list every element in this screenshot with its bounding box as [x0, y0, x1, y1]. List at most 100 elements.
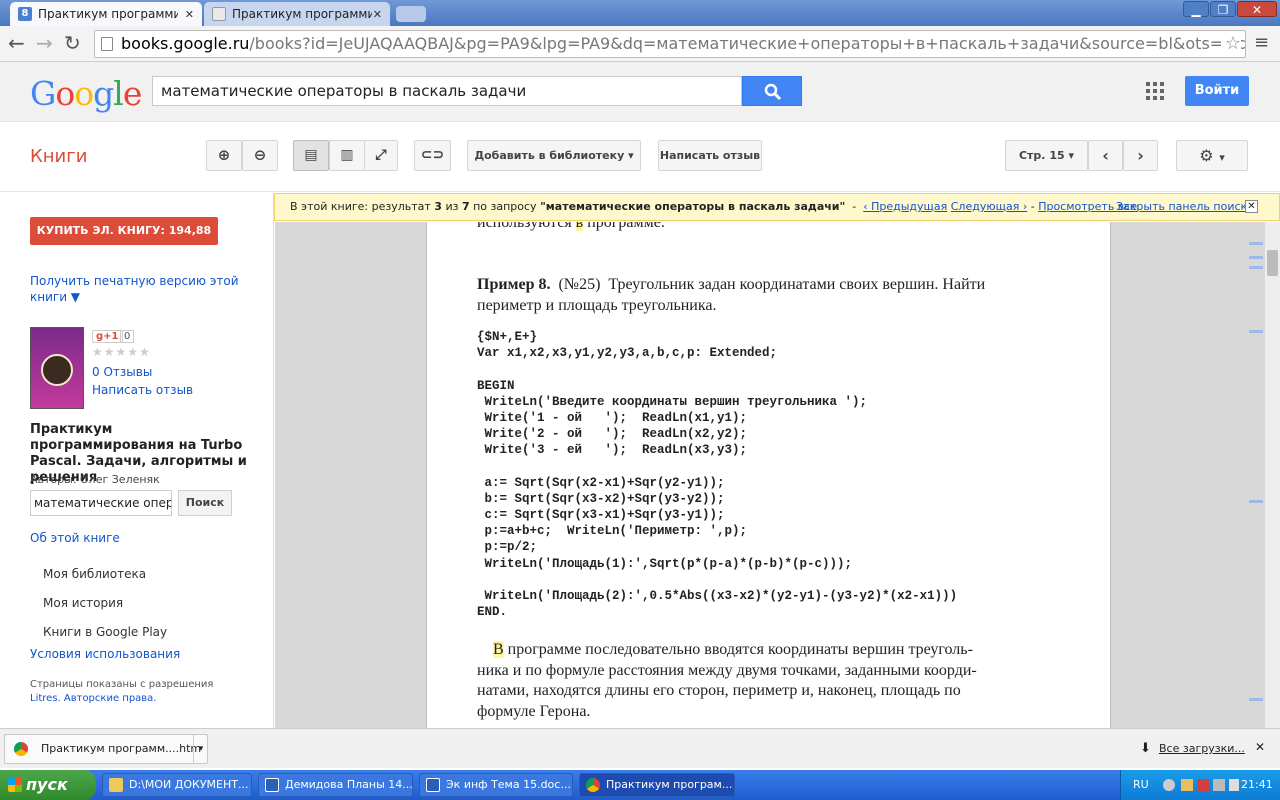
zoom-out-button[interactable]: ⊖ [242, 140, 278, 171]
next-result-link[interactable]: Следующая › [951, 200, 1027, 213]
zoom-in-button[interactable]: ⊕ [206, 140, 242, 171]
prev-result-link[interactable]: ‹ Предыдущая [863, 200, 947, 213]
fragment-text: используются [477, 222, 576, 231]
bookmark-star-icon[interactable]: ☆ [1220, 31, 1241, 57]
example-text-2: периметр и площадь треугольника. [477, 297, 717, 314]
paragraph-line: формуле Герона. [477, 702, 591, 720]
book-cover[interactable] [30, 327, 84, 409]
buy-ebook-button[interactable]: КУПИТЬ ЭЛ. КНИГУ: 194,88 РУБ. [30, 217, 218, 265]
about-book-link[interactable]: Об этой книге [30, 531, 120, 545]
link-icon: ⊂⊃ [420, 147, 445, 163]
settings-button[interactable]: ⚙ ▾ [1176, 140, 1248, 171]
notice-of: из [445, 200, 459, 213]
example-heading: Пример 8. (№25) Треугольник задан коорди… [477, 274, 1047, 316]
close-search-panel-link[interactable]: Закрыть панель поиска [1116, 194, 1254, 220]
new-tab-button[interactable] [396, 6, 426, 22]
code-line: BEGIN [477, 378, 515, 393]
next-page-button[interactable]: › [1123, 140, 1158, 171]
code-line: WriteLn('Введите координаты вершин треуг… [477, 394, 868, 409]
url-host: books.google.ru [121, 34, 250, 53]
task-label: Демидова Планы 14... [285, 778, 413, 791]
sign-in-button[interactable]: Войти [1185, 76, 1249, 106]
vertical-scrollbar[interactable] [1249, 222, 1280, 728]
books-title[interactable]: Книги [30, 146, 87, 167]
google-books-favicon-icon: 8 [18, 7, 32, 21]
print-version-link[interactable]: Получить печатную версию этой книги ▼ [30, 273, 250, 305]
chrome-icon [586, 778, 600, 792]
code-line: p:=p/2; [477, 540, 538, 555]
my-history-link[interactable]: Моя история [43, 596, 123, 610]
close-window-button[interactable]: ✕ [1237, 1, 1277, 17]
close-tab-icon[interactable]: ✕ [373, 8, 382, 21]
task-label: D:\МОИ ДОКУМЕНТ... [129, 778, 249, 791]
book-search-button[interactable]: Поиск [178, 490, 232, 516]
notice-query: "математические операторы в паскаль зада… [540, 200, 846, 213]
search-result-notice: В этой книге: результат 3 из 7 по запрос… [274, 193, 1280, 221]
example-text: Треугольник задан координатами своих вер… [608, 276, 986, 293]
write-review-button[interactable]: Написать отзыв [658, 140, 762, 171]
close-tab-icon[interactable]: ✕ [185, 8, 194, 21]
gplus-button[interactable]: g+1 [92, 330, 123, 343]
page-select[interactable]: Стр. 15 ▾ [1005, 140, 1088, 171]
all-downloads-link[interactable]: Все загрузки... [1159, 742, 1245, 755]
start-button[interactable]: пуск [0, 770, 96, 800]
tray-folder-icon[interactable] [1181, 779, 1193, 791]
zoom-in-icon: ⊕ [217, 146, 231, 164]
page-viewer[interactable]: используются в программе. Пример 8. (№25… [275, 222, 1280, 728]
tab-inactive[interactable]: Практикум программирова ✕ [204, 2, 390, 26]
taskbar-item-word-1[interactable]: Демидова Планы 14... [258, 773, 413, 797]
close-icon[interactable]: ✕ [1255, 740, 1265, 754]
tray-volume-icon[interactable] [1229, 779, 1239, 791]
url-path: /books?id=JeUJAQAAQBAJ&pg=PA9&lpg=PA9&dq… [249, 34, 1246, 53]
search-button[interactable] [742, 76, 802, 106]
menu-icon[interactable]: ≡ [1254, 32, 1269, 54]
notice-current: 3 [434, 200, 442, 213]
prev-page-button[interactable]: ‹ [1088, 140, 1123, 171]
terms-link[interactable]: Условия использования [30, 647, 180, 661]
copyright-link[interactable]: Litres. Авторские права. [30, 693, 157, 704]
cover-portrait [41, 354, 73, 386]
clock[interactable]: 21:41 [1241, 778, 1273, 791]
search-input[interactable]: математические операторы в паскаль задач… [152, 76, 742, 106]
download-item[interactable]: Практикум программ....htm ▾ [4, 734, 208, 764]
book-authors: Авторы: Олег Зеленяк [30, 473, 160, 486]
taskbar-item-folder[interactable]: D:\МОИ ДОКУМЕНТ... [102, 773, 252, 797]
address-bar[interactable]: books.google.ru/books?id=JeUJAQAAQBAJ&pg… [94, 30, 1246, 58]
scrollbar-thumb[interactable] [1267, 250, 1278, 276]
two-page-view-button[interactable]: ▥ [329, 140, 365, 171]
link-button[interactable]: ⊂⊃ [414, 140, 451, 171]
chevron-down-icon[interactable]: ▾ [193, 735, 208, 763]
rating-stars: ★★★★★ [92, 345, 151, 359]
google-header: Google математические операторы в паскал… [0, 62, 1280, 122]
forward-arrow-icon[interactable]: → [36, 32, 53, 54]
language-indicator[interactable]: RU [1133, 778, 1149, 791]
single-page-view-button[interactable]: ▤ [293, 140, 329, 171]
google-play-books-link[interactable]: Книги в Google Play [43, 625, 167, 639]
minimize-window-button[interactable]: ▁ [1183, 1, 1209, 17]
system-tray: RU 21:41 [1120, 770, 1280, 800]
tray-antivirus-icon[interactable] [1197, 779, 1209, 791]
taskbar-item-word-2[interactable]: Эк инф Тема 15.doc... [419, 773, 573, 797]
book-search-input[interactable]: математические операт [30, 490, 172, 516]
back-arrow-icon[interactable]: ← [8, 32, 25, 54]
books-toolbar: Книги ⊕ ⊖ ▤ ▥ ⤢ ⊂⊃ Добавить в библиотеку… [0, 122, 1280, 192]
maximize-window-button[interactable]: ❐ [1210, 1, 1236, 17]
taskbar-item-chrome[interactable]: Практикум програм... [579, 773, 735, 797]
word-icon [265, 778, 279, 792]
tab-active[interactable]: 8 Практикум программирова ✕ [10, 2, 202, 26]
reload-icon[interactable]: ↻ [64, 32, 81, 54]
fullscreen-button[interactable]: ⤢ [364, 140, 398, 171]
notice-query-label: по запросу [473, 200, 537, 213]
write-review-link[interactable]: Написать отзыв [92, 383, 193, 397]
close-icon[interactable]: ✕ [1245, 200, 1258, 213]
tray-network-icon[interactable] [1213, 779, 1225, 791]
my-library-link[interactable]: Моя библиотека [43, 567, 146, 581]
google-logo[interactable]: Google [30, 74, 142, 113]
apps-grid-icon[interactable] [1146, 82, 1164, 100]
paragraph-line: программе последовательно вводятся коорд… [503, 641, 973, 658]
tray-back-icon[interactable] [1163, 779, 1175, 791]
reviews-link[interactable]: 0 Отзывы [92, 365, 152, 379]
add-to-library-button[interactable]: Добавить в библиотеку ▾ [467, 140, 641, 171]
